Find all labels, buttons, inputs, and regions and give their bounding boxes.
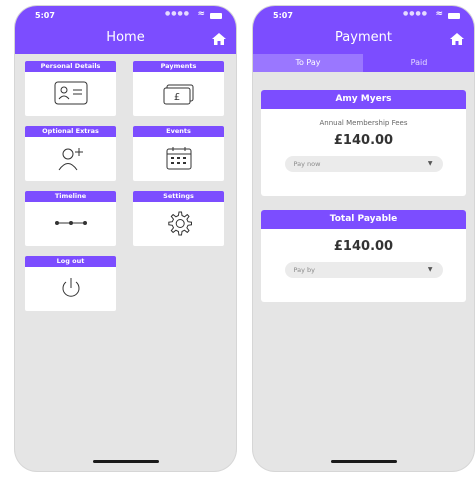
pay-by-select[interactable]: Pay by ▼ [284, 262, 443, 278]
tile-label: Events [133, 126, 224, 137]
total-amount: £140.00 [333, 239, 394, 254]
total-title: Total Payable [261, 210, 466, 229]
wifi-icon: ≈ [197, 9, 205, 19]
pay-now-select[interactable]: Pay now ▼ [284, 156, 443, 172]
status-time: 5:07 [35, 11, 55, 20]
payment-tabs: To Pay Paid [253, 54, 474, 72]
tile-label: Personal Details [25, 61, 116, 72]
tile-events[interactable]: Events [133, 126, 224, 181]
tile-timeline[interactable]: Timeline [25, 191, 116, 246]
tab-paid[interactable]: Paid [364, 54, 474, 72]
home-indicator [92, 460, 159, 463]
status-bar: 5:07 ●●●● ≈ [29, 9, 222, 23]
home-screen: 5:07 ●●●● ≈ Home Personal Details Paymen… [15, 6, 236, 471]
tile-personal-details[interactable]: Personal Details [25, 61, 116, 116]
gear-icon [133, 208, 224, 238]
member-name: Amy Myers [261, 90, 466, 109]
home-indicator [330, 460, 397, 463]
tile-payments[interactable]: Payments £ [133, 61, 224, 116]
home-icon[interactable] [450, 33, 464, 45]
tile-label: Settings [133, 191, 224, 202]
tile-label: Optional Extras [25, 126, 116, 137]
calendar-icon [133, 143, 224, 173]
power-icon [25, 273, 116, 303]
tile-settings[interactable]: Settings [133, 191, 224, 246]
chevron-down-icon: ▼ [427, 266, 433, 273]
page-title: Payment [335, 30, 392, 45]
timeline-icon [25, 208, 116, 238]
total-card: Total Payable £140.00 Pay by ▼ [261, 210, 466, 302]
tile-label: Log out [25, 256, 116, 267]
battery-icon [210, 13, 222, 19]
tile-log-out[interactable]: Log out [25, 256, 116, 311]
status-time: 5:07 [273, 11, 293, 20]
id-card-icon [25, 78, 116, 108]
battery-icon [448, 13, 460, 19]
payment-screen: 5:07 ●●●● ≈ Payment To Pay Paid Amy Myer… [253, 6, 474, 471]
payment-header: 5:07 ●●●● ≈ Payment To Pay Paid [253, 6, 474, 72]
wifi-icon: ≈ [435, 9, 443, 19]
signal-icon: ●●●● [165, 10, 190, 17]
tab-to-pay[interactable]: To Pay [253, 54, 363, 72]
tile-label: Payments [133, 61, 224, 72]
banknote-icon: £ [133, 78, 224, 108]
svg-text:£: £ [173, 92, 179, 103]
signal-icon: ●●●● [403, 10, 428, 17]
select-value: Pay by [293, 266, 316, 274]
select-value: Pay now [293, 160, 321, 168]
chevron-down-icon: ▼ [427, 160, 433, 167]
member-card: Amy Myers Annual Membership Fees £140.00… [261, 90, 466, 196]
tile-label: Timeline [25, 191, 116, 202]
fee-amount: £140.00 [333, 133, 394, 148]
home-header: 5:07 ●●●● ≈ Home [15, 6, 236, 54]
home-icon[interactable] [212, 33, 226, 45]
status-bar: 5:07 ●●●● ≈ [267, 9, 460, 23]
add-person-icon [25, 143, 116, 173]
fee-description: Annual Membership Fees [319, 119, 408, 127]
page-title: Home [106, 30, 145, 45]
tile-optional-extras[interactable]: Optional Extras [25, 126, 116, 181]
